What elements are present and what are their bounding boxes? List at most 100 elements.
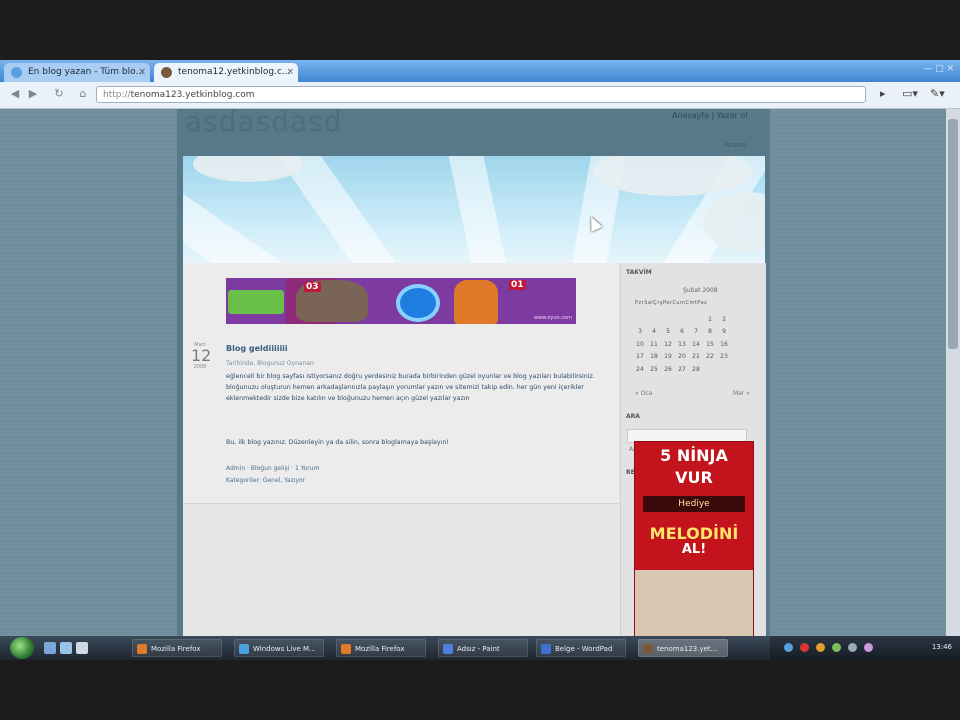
calendar-day [717, 363, 731, 376]
calendar-day: 20 [678, 353, 686, 361]
calendar-day: 28 [692, 365, 700, 373]
post-meta: Tarihinde, Blogunuz Oynanan [226, 360, 314, 367]
quick-launch-icon[interactable] [60, 642, 72, 654]
calendar-day: 23 [720, 353, 728, 361]
tab-blog-listing[interactable]: En blog yazan - Tüm blo... × [4, 63, 150, 82]
reload-icon[interactable]: ↻ [52, 87, 66, 101]
address-bar[interactable]: http://tenoma123.yetkinblog.com [96, 86, 866, 103]
taskbar-item[interactable]: Mozilla Firefox [336, 639, 426, 657]
home-icon[interactable]: ⌂ [76, 87, 90, 101]
globe-icon [11, 67, 22, 78]
calendar-day: 15 [706, 340, 714, 348]
calendar-caption: Şubat 2008 [683, 287, 718, 294]
paint-icon [443, 644, 453, 654]
calendar-day: 25 [650, 365, 658, 373]
taskbar-item-active[interactable]: tenoma123.yet... [638, 639, 728, 657]
blog-header-image [183, 156, 765, 263]
post-categories[interactable]: Kategoriler: Genel, Yazıyor [226, 477, 305, 484]
calendar-day: 3 [638, 328, 642, 336]
close-tab-icon[interactable]: × [138, 63, 146, 82]
calendar-weekday-header: PzrSalÇrşPerCumCmtPaz [635, 300, 708, 306]
calendar-day: 18 [650, 353, 658, 361]
post-day: 12 [191, 346, 212, 365]
calendar-day: 17 [636, 353, 644, 361]
blog-content-area: 03 01 www.oyun.com Mart 12 2008 Blog gel… [183, 263, 766, 636]
tab-strip: En blog yazan - Tüm blo... × tenoma12.ye… [0, 60, 960, 82]
tab-label: tenoma12.yetkinblog.c... [178, 67, 291, 77]
calendar-day: 10 [636, 340, 644, 348]
taskbar-item[interactable]: Belge - WordPad [536, 639, 626, 657]
banner-number: 01 [509, 280, 526, 290]
antivirus-icon[interactable] [800, 643, 809, 652]
wrench-menu-icon[interactable]: ✎▾ [930, 87, 945, 100]
calendar-grid: 1 2 3 4 5 6 7 8 9 10 11 12 13 14 15 16 1… [633, 313, 731, 376]
taskbar-item-label: Belge - WordPad [555, 645, 613, 653]
calendar-next-link[interactable]: Mar » [733, 390, 750, 397]
blog-site-title[interactable]: asdasdasd [185, 109, 343, 138]
forward-icon[interactable]: ▶ [26, 87, 40, 101]
volume-icon[interactable] [848, 643, 857, 652]
window-controls[interactable]: — □ ✕ [923, 64, 954, 74]
calendar-week: 17 18 19 20 21 22 23 [633, 351, 731, 364]
post-date: Mart 12 2008 [191, 342, 212, 370]
page-menu-icon[interactable]: ▭▾ [902, 87, 918, 100]
banner-number: 03 [304, 282, 321, 292]
calendar-day: 9 [722, 328, 726, 336]
start-button-icon[interactable] [10, 637, 34, 659]
taskbar-item[interactable]: Adsız - Paint [438, 639, 528, 657]
taskbar-item-label: Windows Live M... [253, 645, 316, 653]
calendar-week: 10 11 12 13 14 15 16 [633, 338, 731, 351]
calendar-day [689, 313, 703, 326]
taskbar-item[interactable]: Mozilla Firefox [132, 639, 222, 657]
calendar-day: 27 [678, 365, 686, 373]
top-links[interactable]: Anasayfa | Yazar ol [672, 111, 748, 120]
back-icon[interactable]: ◀ [8, 87, 22, 101]
taskbar-item-label: Mozilla Firefox [151, 645, 201, 653]
taskbar-clock[interactable]: 13:46 [932, 643, 952, 651]
tray-app-icon[interactable] [832, 643, 841, 652]
search-widget-title: ARA [626, 413, 640, 420]
close-tab-icon[interactable]: × [286, 63, 294, 82]
calendar-day: 4 [652, 328, 656, 336]
calendar-week: 3 4 5 6 7 8 9 [633, 326, 731, 339]
search-link[interactable]: Arama [724, 141, 747, 149]
tray-app-icon[interactable] [864, 643, 873, 652]
network-icon[interactable] [784, 643, 793, 652]
windows-taskbar: Mozilla Firefox Windows Live M... Mozill… [0, 636, 960, 660]
ad-image-strip [635, 570, 753, 636]
tab-active-blog[interactable]: tenoma12.yetkinblog.c... × [154, 63, 298, 82]
tray-app-icon[interactable] [816, 643, 825, 652]
calendar-day: 21 [692, 353, 700, 361]
banner-character-3 [454, 280, 498, 324]
ad-line-2: VUR [675, 468, 713, 487]
ad-line-3: MELODİNİ [649, 524, 739, 543]
quick-launch-icon[interactable] [44, 642, 56, 654]
calendar-week: 24 25 26 27 28 [633, 363, 731, 376]
calendar-day: 5 [666, 328, 670, 336]
screen-frame: En blog yazan - Tüm blo... × tenoma12.ye… [0, 60, 960, 660]
calendar-day [633, 313, 647, 326]
post-footer-links[interactable]: Admin · Bloğun gelişi · 1 Yorum [226, 465, 319, 472]
banner-tagline: www.oyun.com [533, 315, 572, 321]
taskbar-item[interactable]: Windows Live M... [234, 639, 324, 657]
firefox-icon [341, 644, 351, 654]
calendar-day: 24 [636, 365, 644, 373]
firefox-icon [137, 644, 147, 654]
calendar-day: 11 [650, 340, 658, 348]
quick-launch-icon[interactable] [76, 642, 88, 654]
chrome-window-icon [643, 644, 653, 654]
calendar-day: 14 [692, 340, 700, 348]
tab-label: En blog yazan - Tüm blo... [28, 67, 145, 77]
scrollbar-thumb[interactable] [948, 119, 958, 349]
calendar-day [675, 313, 689, 326]
calendar-widget-title: TAKVİM [626, 269, 652, 276]
game-banner-ad[interactable]: 03 01 www.oyun.com [226, 278, 576, 324]
calendar-prev-link[interactable]: « Oca [635, 390, 652, 397]
go-icon[interactable]: ▸ [880, 87, 886, 100]
ninja-ringtone-ad[interactable]: 5 NİNJA VUR Hediye MELODİNİ AL! [634, 441, 754, 636]
post-title-link[interactable]: Blog geldiiiiiii [226, 344, 288, 353]
vertical-scrollbar[interactable] [946, 109, 960, 636]
calendar-day [647, 313, 661, 326]
blog-post: 03 01 www.oyun.com Mart 12 2008 Blog gel… [183, 263, 619, 504]
url-scheme: http:// [103, 90, 131, 100]
